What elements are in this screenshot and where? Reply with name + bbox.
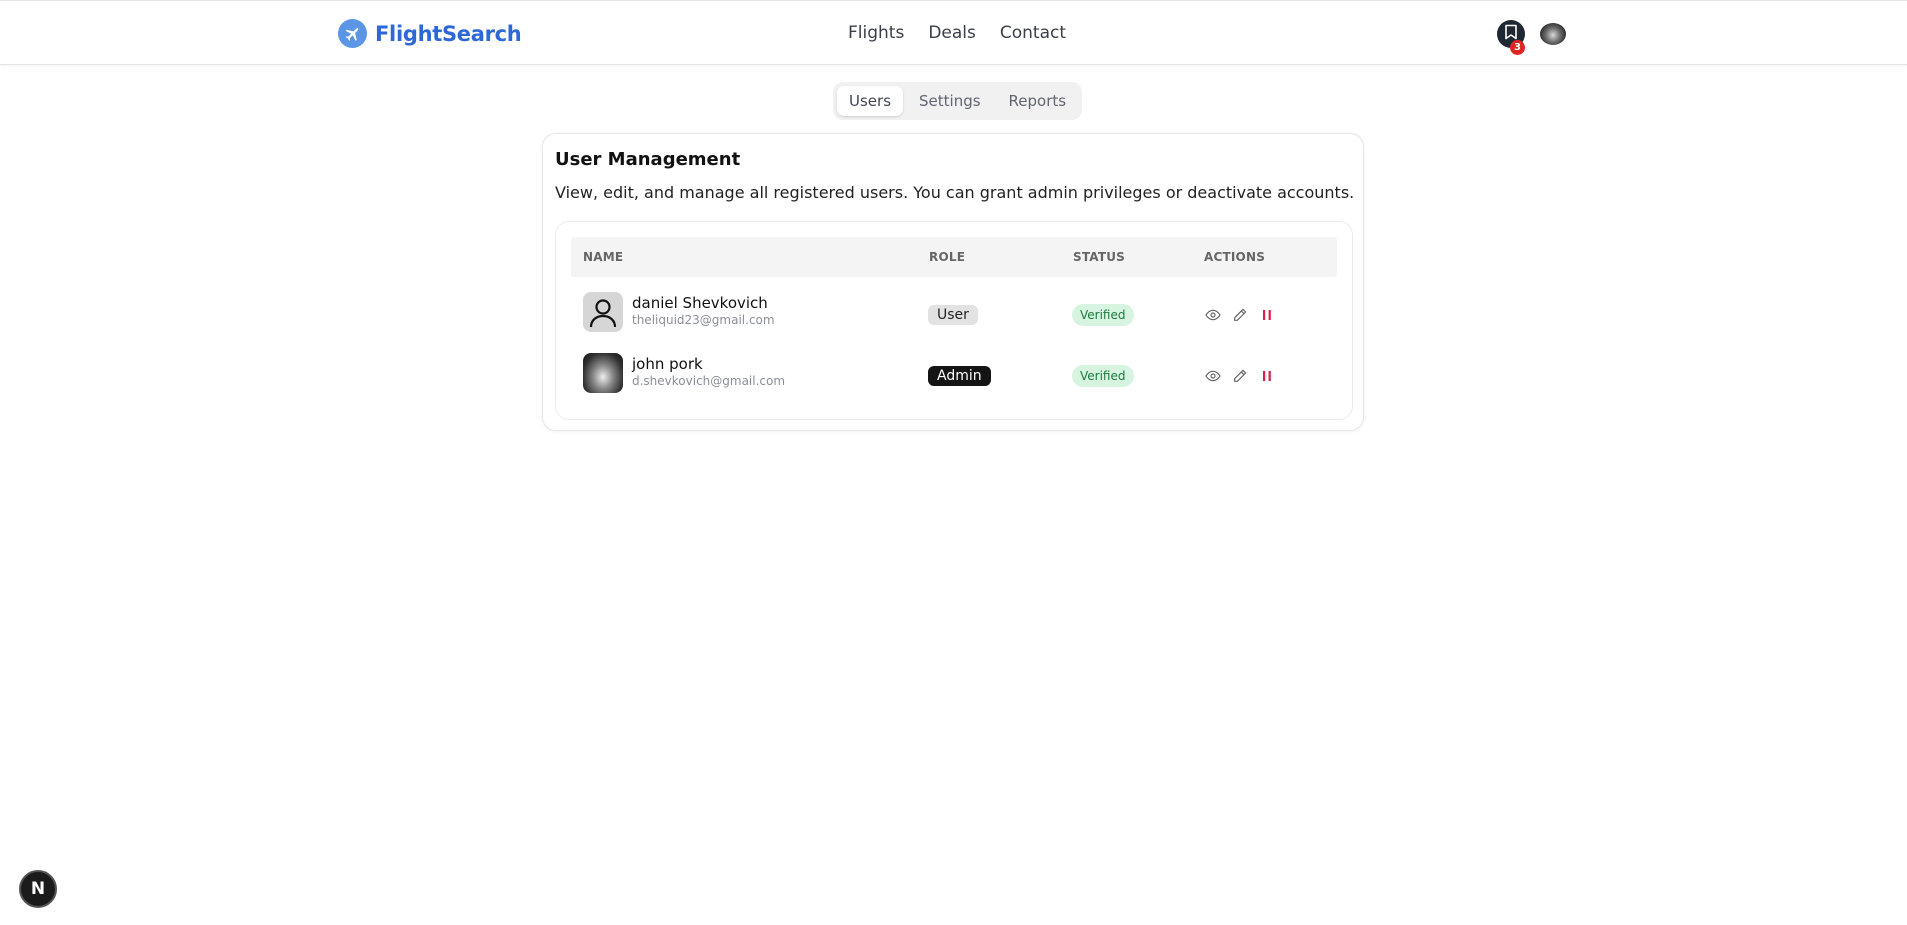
column-header-actions: ACTIONS — [1204, 250, 1266, 264]
admin-tabs: Users Settings Reports — [833, 82, 1083, 120]
status-badge: Verified — [1072, 304, 1134, 326]
brand-name: FlightSearch — [375, 21, 522, 46]
main-nav: Flights Deals Contact — [848, 23, 1066, 43]
nav-deals[interactable]: Deals — [928, 23, 976, 43]
tab-reports[interactable]: Reports — [997, 86, 1079, 116]
row-actions — [1204, 367, 1275, 384]
users-table: NAME ROLE STATUS ACTIONS daniel Shevkovi… — [555, 221, 1353, 420]
user-name: daniel Shevkovich — [632, 294, 768, 312]
tab-users[interactable]: Users — [837, 86, 904, 116]
column-header-role: ROLE — [929, 250, 966, 264]
profile-photo — [583, 353, 623, 393]
card-title: User Management — [555, 149, 741, 170]
user-name: john pork — [632, 355, 703, 373]
view-icon[interactable] — [1204, 306, 1221, 323]
view-icon[interactable] — [1204, 367, 1221, 384]
column-header-name: NAME — [583, 250, 624, 264]
nav-flights[interactable]: Flights — [848, 23, 904, 43]
row-actions — [1204, 306, 1275, 323]
airplane-icon — [338, 19, 367, 48]
table-row: john pork d.shevkovich@gmail.com Admin V… — [571, 345, 1337, 395]
dev-tools-button[interactable]: N — [19, 870, 57, 908]
column-header-status: STATUS — [1073, 250, 1126, 264]
pause-icon[interactable] — [1258, 306, 1275, 323]
card-description: View, edit, and manage all registered us… — [555, 183, 1355, 202]
brand-logo-link[interactable]: FlightSearch — [338, 19, 522, 48]
user-avatar[interactable] — [1540, 23, 1566, 45]
tab-settings[interactable]: Settings — [907, 86, 993, 116]
user-email: theliquid23@gmail.com — [632, 313, 775, 327]
nav-contact[interactable]: Contact — [1000, 23, 1066, 43]
pause-icon[interactable] — [1258, 367, 1275, 384]
edit-icon[interactable] — [1231, 306, 1248, 323]
edit-icon[interactable] — [1231, 367, 1248, 384]
role-badge: User — [928, 305, 978, 325]
table-header: NAME ROLE STATUS ACTIONS — [571, 237, 1337, 277]
default-user-icon — [583, 292, 623, 332]
user-management-card: User Management View, edit, and manage a… — [542, 133, 1364, 431]
role-badge: Admin — [928, 366, 991, 386]
bookmark-count-badge: 3 — [1510, 40, 1525, 55]
top-navbar: FlightSearch Flights Deals Contact 3 — [0, 0, 1907, 65]
status-badge: Verified — [1072, 365, 1134, 387]
table-row: daniel Shevkovich theliquid23@gmail.com … — [571, 284, 1337, 334]
user-email: d.shevkovich@gmail.com — [632, 374, 786, 388]
